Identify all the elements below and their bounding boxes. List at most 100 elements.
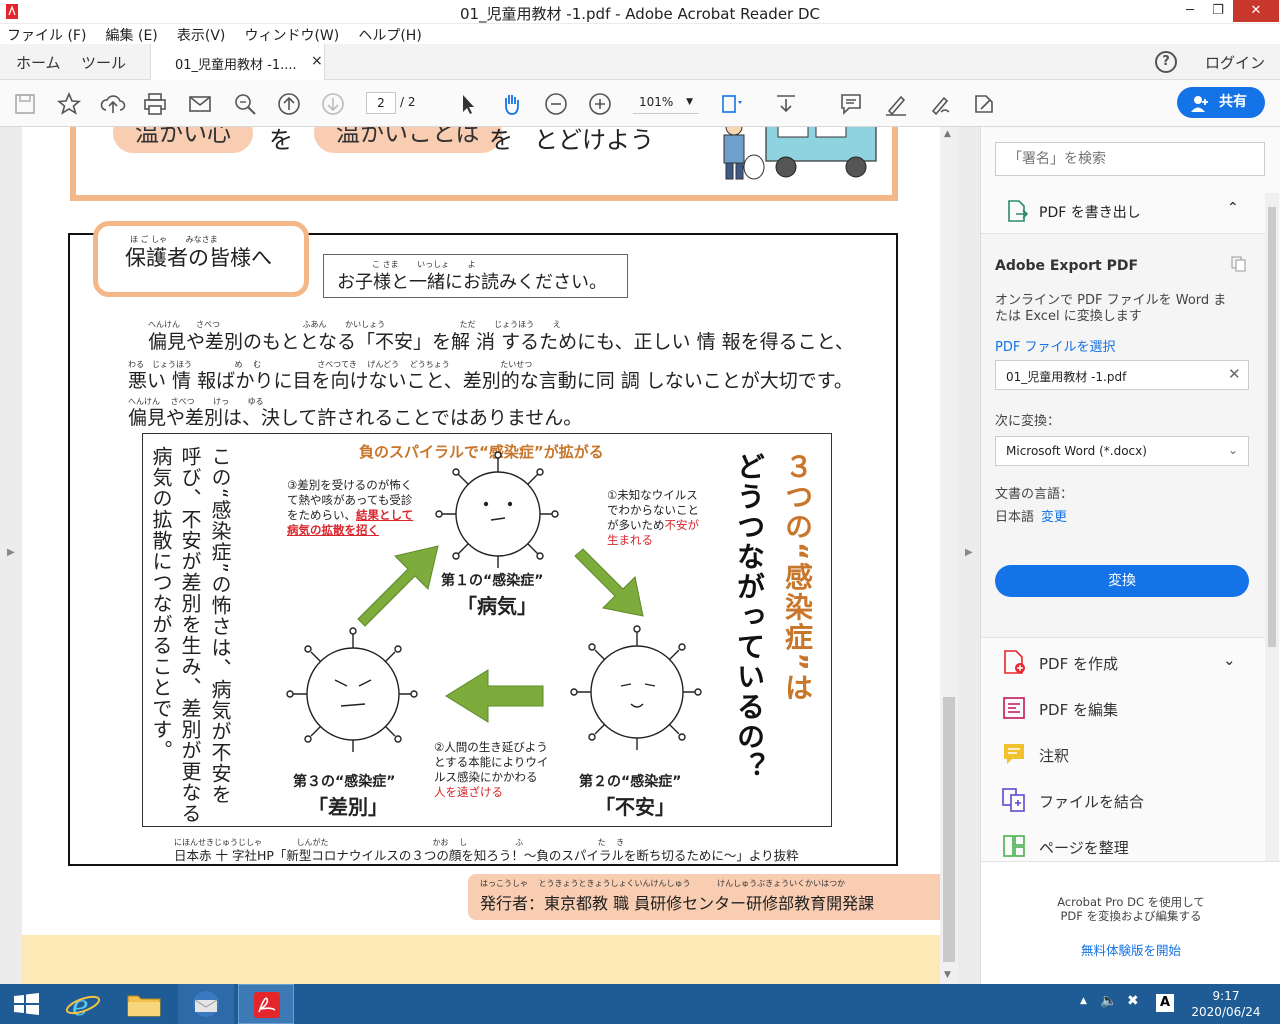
scroll-thumb[interactable]	[943, 697, 955, 962]
tab-bar: ホーム ツール 01_児童用教材 -1.... × ? ログイン	[0, 44, 1280, 81]
svg-text:e: e	[72, 989, 89, 1022]
arrow-up-right-icon	[357, 545, 439, 627]
login-link[interactable]: ログイン	[1205, 52, 1265, 73]
convert-button-label: 変換	[1108, 573, 1136, 589]
para2: 悪い 情 報ばかりに目を向けないこと、差別的な言動に同 調 しないことが大切です…	[128, 370, 853, 392]
thunderbird-icon[interactable]	[178, 984, 234, 1024]
right-panel-strip: ▶	[958, 127, 980, 984]
save-icon[interactable]	[12, 91, 38, 117]
page-total: / 2	[400, 95, 416, 109]
show-hidden-icons[interactable]: ▲	[1080, 996, 1087, 1006]
sign-pen-icon[interactable]	[927, 91, 953, 117]
tool-combine-files[interactable]: ファイルを結合	[1001, 787, 1261, 817]
guardian-frame: ほ ご しゃ みなさま 保護者の皆様へ こ さま いっしょ よ お子様と一緒にお…	[68, 221, 898, 866]
tool-edit-pdf[interactable]: PDF を編集	[1001, 695, 1261, 725]
clear-file-icon[interactable]: ✕	[1228, 365, 1241, 383]
prev-page-icon[interactable]	[276, 91, 302, 117]
highlight-pen-icon[interactable]	[883, 91, 909, 117]
tools-pane-scroll-thumb[interactable]	[1268, 207, 1276, 647]
zoom-in-icon[interactable]	[587, 91, 613, 117]
expand-left-panel-icon[interactable]: ▶	[7, 547, 15, 558]
publisher-box: はっこうしゃ とうきょうときょうしょくいんけんしゅう けんしゅうぶきょういくかい…	[468, 874, 940, 920]
scroll-down-arrow-icon[interactable]: ▼	[944, 970, 951, 980]
ime-indicator[interactable]: A	[1156, 994, 1174, 1012]
doc-language-label: 文書の言語：	[995, 487, 1074, 502]
menu-file[interactable]: ファイル (F)	[0, 24, 93, 45]
windows-taskbar: e ▲ 🔈 ✖ A 9:17 2020/06/24	[0, 984, 1280, 1024]
zoom-out-icon[interactable]	[543, 91, 569, 117]
document-viewport[interactable]: ▶ 温かい心 を 温かいことば を とどけよう ほ ご しゃ みなさま 保護者の…	[0, 127, 958, 984]
select-cursor-icon[interactable]	[455, 91, 481, 117]
tab-close-icon[interactable]: ×	[311, 53, 323, 69]
scroll-up-arrow-icon[interactable]: ▲	[944, 129, 951, 139]
title-bar: 01_児童用教材 -1.pdf - Adobe Acrobat Reader D…	[0, 0, 1280, 24]
tab-tools[interactable]: ツール	[81, 52, 126, 73]
export-pdf-header[interactable]: PDF を書き出し ⌃	[981, 189, 1266, 233]
document-scrollbar[interactable]: ▲ ▼	[940, 127, 958, 984]
email-icon[interactable]	[187, 91, 213, 117]
page-number-input[interactable]: 2	[366, 92, 396, 114]
scroll-mode-icon[interactable]	[773, 91, 799, 117]
para1: 偏見や差別のもととなる「不安」を解 消 するためにも、正しい 情 報を得ること、	[148, 331, 854, 353]
window-title: 01_児童用教材 -1.pdf - Adobe Acrobat Reader D…	[459, 5, 821, 23]
menu-help[interactable]: ヘルプ(H)	[351, 24, 428, 45]
collapse-right-panel-icon[interactable]: ▶	[965, 547, 973, 558]
copy-icon[interactable]	[1231, 256, 1247, 272]
share-label: 共有	[1219, 94, 1247, 110]
tool-comment[interactable]: 注釈	[1001, 741, 1261, 771]
next-page-icon[interactable]	[320, 91, 346, 117]
arrow-down-right-icon	[574, 548, 644, 617]
close-button[interactable]: ✕	[1233, 0, 1279, 22]
tools-pane-scrollbar[interactable]	[1265, 193, 1279, 861]
format-select[interactable]: Microsoft Word (*.docx) ⌄	[995, 436, 1249, 466]
comment-icon[interactable]	[838, 91, 864, 117]
start-button[interactable]	[0, 984, 56, 1024]
menu-view[interactable]: 表示(V)	[170, 24, 233, 45]
fill-sign-icon[interactable]	[971, 91, 997, 117]
guardians-heading: 保護者の皆様へ	[125, 246, 272, 270]
toolbar: 2 / 2 101% ▼	[0, 80, 1280, 127]
guardians-heading-box: ほ ご しゃ みなさま 保護者の皆様へ	[93, 221, 309, 297]
zoom-level-select[interactable]: 101% ▼	[633, 92, 699, 114]
network-icon[interactable]: ✖	[1127, 993, 1139, 1009]
export-panel: Adobe Export PDF オンラインで PDF ファイルを Word ま…	[981, 233, 1266, 638]
tab-document[interactable]: 01_児童用教材 -1.... ×	[150, 44, 325, 81]
menu-edit[interactable]: 編集 (E)	[99, 24, 165, 45]
clock-date[interactable]: 2020/06/24	[1185, 1005, 1267, 1019]
bookmark-star-icon[interactable]	[56, 91, 82, 117]
help-icon[interactable]: ?	[1155, 51, 1177, 73]
change-language-link[interactable]: 変更	[1041, 506, 1067, 525]
print-icon[interactable]	[142, 91, 168, 117]
source-credit: 日本赤 十 字社HP「新型コロナウイルスの３つの顔を知ろう！～負のスパイラルを断…	[174, 848, 799, 863]
selected-file-field[interactable]: 01_児童用教材 -1.pdf ✕	[995, 360, 1249, 390]
minimize-button[interactable]: ─	[1176, 0, 1204, 22]
convert-to-label: 次に変換：	[995, 414, 1061, 429]
volume-icon[interactable]: 🔈	[1100, 993, 1117, 1009]
tool-search-input[interactable]	[995, 142, 1265, 176]
share-button[interactable]: 共有	[1177, 87, 1265, 118]
zoom-search-icon[interactable]	[232, 91, 258, 117]
file-explorer-icon[interactable]	[116, 984, 172, 1024]
chevron-up-icon: ⌃	[1227, 200, 1239, 216]
tab-home[interactable]: ホーム	[16, 52, 61, 73]
banner-box: 温かい心 を 温かいことば を とどけよう	[70, 127, 898, 201]
create-pdf-icon	[1001, 649, 1027, 675]
acrobat-reader-taskbar-icon[interactable]	[238, 984, 294, 1024]
free-trial-link[interactable]: 無料体験版を開始	[981, 940, 1280, 959]
menu-window[interactable]: ウィンドウ(W)	[237, 24, 346, 45]
tool-create-pdf[interactable]: PDF を作成 ⌄	[1001, 649, 1261, 679]
tool-organize-pages[interactable]: ページを整理	[1001, 833, 1261, 863]
fit-page-icon[interactable]	[718, 91, 744, 117]
clock-time[interactable]: 9:17	[1185, 989, 1267, 1003]
garbage-truck-illustration	[716, 127, 886, 189]
promo-line-2: PDF を変換および編集する	[1060, 909, 1202, 923]
virus-discrimination-icon	[286, 627, 418, 752]
chevron-down-icon: ▼	[686, 97, 693, 107]
upload-cloud-icon[interactable]	[100, 91, 126, 117]
internet-explorer-icon[interactable]: e	[56, 984, 112, 1024]
select-pdf-link[interactable]: PDF ファイルを選択	[995, 336, 1115, 355]
restore-button[interactable]: ❐	[1204, 0, 1232, 22]
convert-button[interactable]: 変換	[995, 565, 1249, 597]
hand-tool-icon[interactable]	[499, 91, 525, 117]
label-1: 第１の“感染症”	[441, 573, 544, 589]
